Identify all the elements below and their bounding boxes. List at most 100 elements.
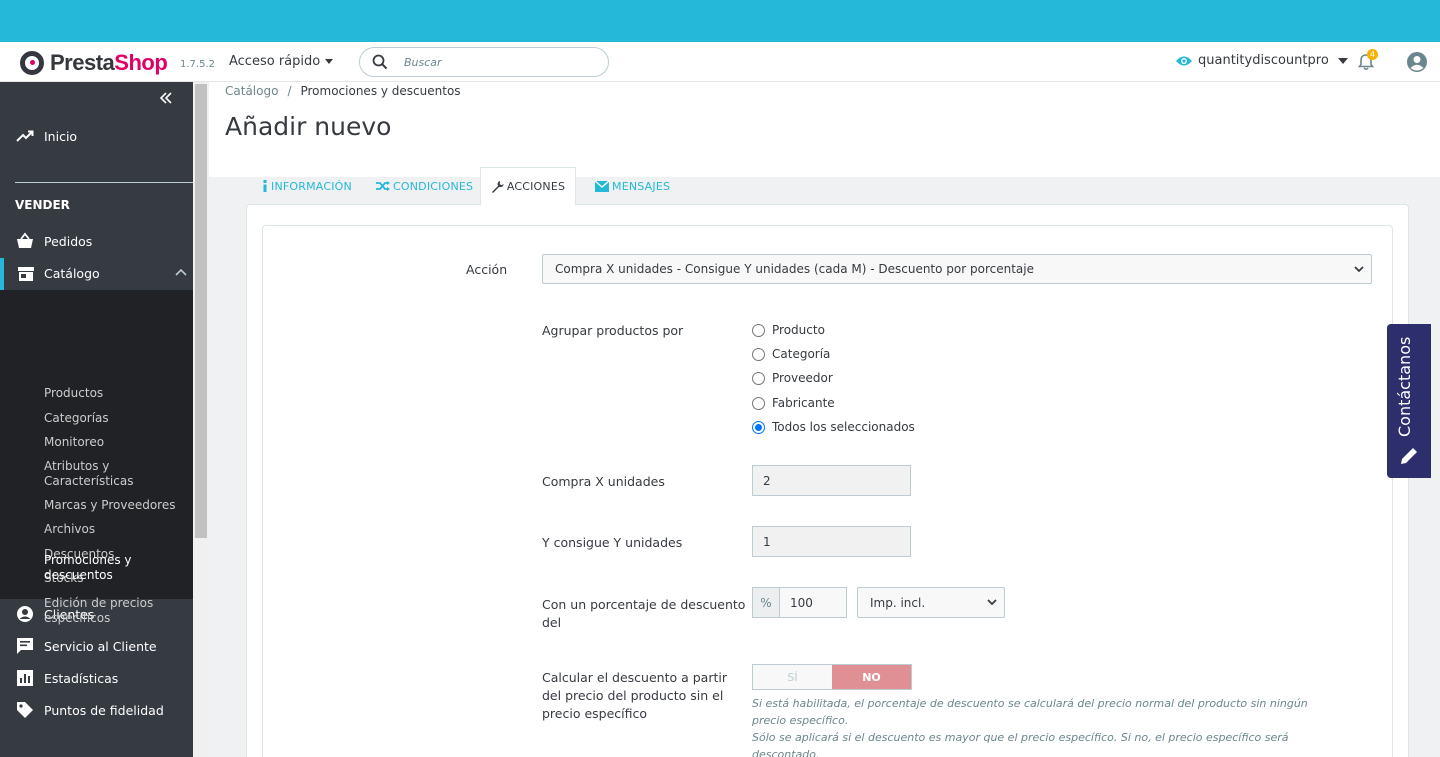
get-y-value: 1 [763, 534, 771, 549]
radio-label: Fabricante [772, 396, 835, 410]
scrollbar-thumb[interactable] [195, 84, 207, 538]
sidebar-item-label: Catálogo [44, 266, 100, 281]
search-input[interactable] [404, 53, 594, 71]
sidebar-item-stats[interactable]: Estadísticas [0, 662, 193, 694]
calc-from-price-switch[interactable]: SÍ NO [752, 664, 912, 690]
buy-x-label: Compra X unidades [542, 474, 665, 489]
tab-messages[interactable]: MENSAJES [595, 167, 670, 205]
help-text-1: Si está habilitada, el porcentaje de des… [752, 697, 1308, 727]
sidebar-subitem-categories[interactable]: Categorías [44, 411, 184, 426]
buy-x-value: 2 [763, 473, 771, 488]
breadcrumb: Catálogo / Promociones y descuentos [225, 84, 461, 98]
sidebar-item-label: Estadísticas [44, 670, 119, 686]
percent-addon: % [752, 587, 780, 618]
group-radio-product[interactable]: Producto [752, 323, 825, 337]
help-text-2: Sólo se aplicará si el descuento es mayo… [752, 731, 1289, 757]
envelope-icon [595, 180, 609, 192]
sidebar-scrollbar[interactable] [193, 82, 209, 757]
radio-button-checked[interactable] [752, 420, 765, 434]
bar-chart-icon [17, 670, 33, 686]
radio-label: Producto [772, 323, 825, 337]
caret-down-icon [325, 59, 334, 64]
pencil-icon [1401, 448, 1417, 464]
tab-actions[interactable]: ACCIONES [480, 167, 576, 205]
breadcrumb-link[interactable]: Catálogo [225, 84, 278, 98]
header: PrestaShop 1.7.5.2 Acceso rápido quantit… [0, 42, 1440, 82]
radio-label: Proveedor [772, 371, 833, 385]
breadcrumb-current: Promociones y descuentos [300, 84, 461, 98]
sidebar-item-service[interactable]: Servicio al Cliente [0, 630, 193, 662]
radio-label: Categoría [772, 347, 831, 361]
sidebar-catalog-group: Catálogo Productos Categorías Monitoreo … [0, 258, 193, 599]
collapse-sidebar-icon[interactable] [158, 90, 174, 106]
group-radio-manufacturer[interactable]: Fabricante [752, 396, 835, 410]
group-radio-supplier[interactable]: Proveedor [752, 371, 833, 385]
chevron-down-icon [1354, 266, 1364, 273]
contact-us-tab[interactable]: Contáctanos [1387, 324, 1431, 478]
chat-icon [17, 638, 33, 654]
sidebar-item-loyalty[interactable]: Puntos de fidelidad [0, 694, 193, 726]
switch-no-option[interactable]: NO [832, 665, 911, 689]
sidebar-subitem-brands[interactable]: Marcas y Proveedores [44, 498, 184, 513]
get-y-input[interactable]: 1 [752, 526, 911, 557]
tab-information[interactable]: INFORMACIÓN [262, 167, 352, 205]
tab-conditions[interactable]: CONDICIONES [376, 167, 473, 205]
percent-input[interactable]: 100 [779, 587, 847, 618]
sidebar-item-catalog[interactable]: Catálogo [0, 258, 193, 290]
group-radio-category[interactable]: Categoría [752, 347, 830, 361]
prestashop-logo-icon [20, 51, 44, 75]
tax-select[interactable]: Imp. incl. [857, 587, 1005, 618]
caret-down-icon [1337, 57, 1348, 64]
radio-button[interactable] [752, 371, 765, 385]
sidebar-item-label: Servicio al Cliente [44, 638, 157, 654]
tab-label: CONDICIONES [393, 179, 474, 193]
radio-button[interactable] [752, 323, 765, 337]
search-icon[interactable] [372, 54, 388, 70]
sidebar-subitem-promotions[interactable]: Promociones y descuentos [44, 553, 184, 583]
chevron-up-icon [175, 268, 187, 276]
sidebar-section-title: VENDER [15, 198, 70, 212]
sidebar-item-label: Puntos de fidelidad [44, 702, 164, 718]
trending-up-icon [16, 130, 34, 142]
action-label: Acción [466, 262, 508, 277]
sidebar-subitem-monitoring[interactable]: Monitoreo [44, 435, 184, 450]
shopping-basket-icon [17, 232, 33, 248]
page-header: Catálogo / Promociones y descuentos Añadir… [209, 82, 1440, 177]
radio-label: Todos los seleccionados [772, 420, 915, 434]
quick-access-dropdown[interactable]: Acceso rápido [229, 54, 334, 69]
tab-label: ACCIONES [506, 180, 566, 193]
sidebar-subitem-files[interactable]: Archivos [44, 522, 184, 537]
calc-from-price-label: Calcular el descuento a partir del preci… [542, 670, 727, 721]
radio-button[interactable] [752, 396, 765, 410]
version-label: 1.7.5.2 [180, 59, 215, 70]
switch-yes-option[interactable]: SÍ [753, 665, 832, 689]
logo-text: PrestaShop [50, 50, 168, 76]
logo[interactable]: PrestaShop [20, 50, 168, 76]
sidebar-subitem-attributes[interactable]: Atributos y Características [44, 459, 184, 489]
logo-text-a: Presta [50, 50, 115, 75]
top-strip [0, 0, 1440, 42]
chevron-down-icon [987, 599, 997, 606]
tax-select-value: Imp. incl. [870, 595, 926, 610]
get-y-label: Y consigue Y unidades [542, 535, 683, 550]
info-icon [263, 180, 267, 192]
tab-label: INFORMACIÓN [271, 179, 352, 193]
sidebar-item-orders[interactable]: Pedidos [0, 225, 193, 257]
percent-value: 100 [790, 595, 813, 610]
buy-x-input[interactable]: 2 [752, 465, 911, 496]
sidebar-subitem-specific-prices[interactable]: Edición de precios específicos [44, 596, 184, 626]
shop-selector[interactable]: quantitydiscountpro [1175, 53, 1348, 68]
sidebar-item-label: Inicio [44, 128, 78, 144]
radio-button[interactable] [752, 347, 765, 361]
search-box[interactable] [359, 47, 609, 77]
eye-icon [1176, 56, 1192, 65]
user-avatar-icon[interactable] [1406, 51, 1428, 73]
sidebar-item-home[interactable]: Inicio [0, 120, 193, 152]
action-select[interactable]: Compra X unidades - Consigue Y unidades … [542, 254, 1372, 284]
sidebar-subitem-products[interactable]: Productos [44, 386, 184, 401]
sidebar: Inicio VENDER Pedidos Catálogo Productos… [0, 82, 193, 757]
account-circle-icon [17, 606, 33, 622]
notifications-button[interactable]: 4 [1356, 49, 1378, 72]
group-radio-all-selected[interactable]: Todos los seleccionados [752, 420, 915, 434]
notifications-badge: 4 [1367, 49, 1378, 60]
